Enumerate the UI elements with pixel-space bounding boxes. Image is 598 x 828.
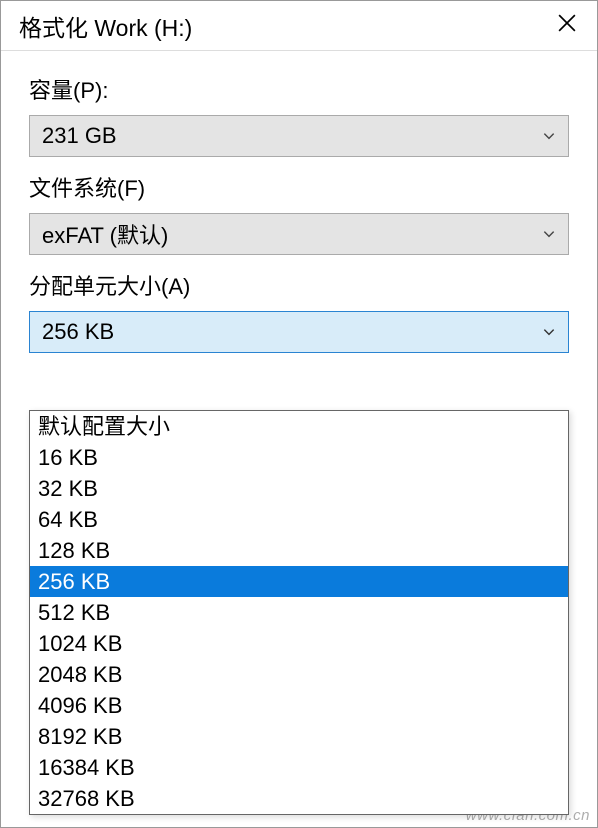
- titlebar: 格式化 Work (H:): [1, 1, 597, 51]
- allocation-dropdown: 默认配置大小16 KB32 KB64 KB128 KB256 KB512 KB1…: [29, 410, 569, 815]
- allocation-option[interactable]: 16 KB: [30, 442, 568, 473]
- allocation-combobox[interactable]: 256 KB: [29, 311, 569, 353]
- allocation-option[interactable]: 1024 KB: [30, 628, 568, 659]
- allocation-label: 分配单元大小(A): [29, 269, 569, 301]
- allocation-option[interactable]: 16384 KB: [30, 752, 568, 783]
- chevron-down-icon: [542, 325, 556, 339]
- window-title: 格式化 Work (H:): [19, 9, 192, 43]
- allocation-option[interactable]: 2048 KB: [30, 659, 568, 690]
- filesystem-label: 文件系统(F): [29, 171, 569, 203]
- allocation-option[interactable]: 4096 KB: [30, 690, 568, 721]
- allocation-option[interactable]: 32768 KB: [30, 783, 568, 814]
- capacity-value: 231 GB: [42, 123, 117, 149]
- capacity-combobox[interactable]: 231 GB: [29, 115, 569, 157]
- dialog-content: 容量(P): 231 GB 文件系统(F) exFAT (默认) 分配单元大小(…: [1, 51, 597, 827]
- capacity-label: 容量(P):: [29, 73, 569, 105]
- filesystem-combobox[interactable]: exFAT (默认): [29, 213, 569, 255]
- chevron-down-icon: [542, 129, 556, 143]
- allocation-option[interactable]: 128 KB: [30, 535, 568, 566]
- allocation-option[interactable]: 32 KB: [30, 473, 568, 504]
- allocation-value: 256 KB: [42, 319, 114, 345]
- allocation-option[interactable]: 256 KB: [30, 566, 568, 597]
- close-icon: [558, 14, 576, 37]
- close-button[interactable]: [547, 6, 587, 46]
- allocation-option[interactable]: 8192 KB: [30, 721, 568, 752]
- format-dialog: 格式化 Work (H:) 容量(P): 231 GB 文件系统(F) exFA…: [0, 0, 598, 828]
- chevron-down-icon: [542, 227, 556, 241]
- allocation-option[interactable]: 默认配置大小: [30, 411, 568, 442]
- allocation-option[interactable]: 512 KB: [30, 597, 568, 628]
- filesystem-value: exFAT (默认): [42, 218, 168, 250]
- allocation-option[interactable]: 64 KB: [30, 504, 568, 535]
